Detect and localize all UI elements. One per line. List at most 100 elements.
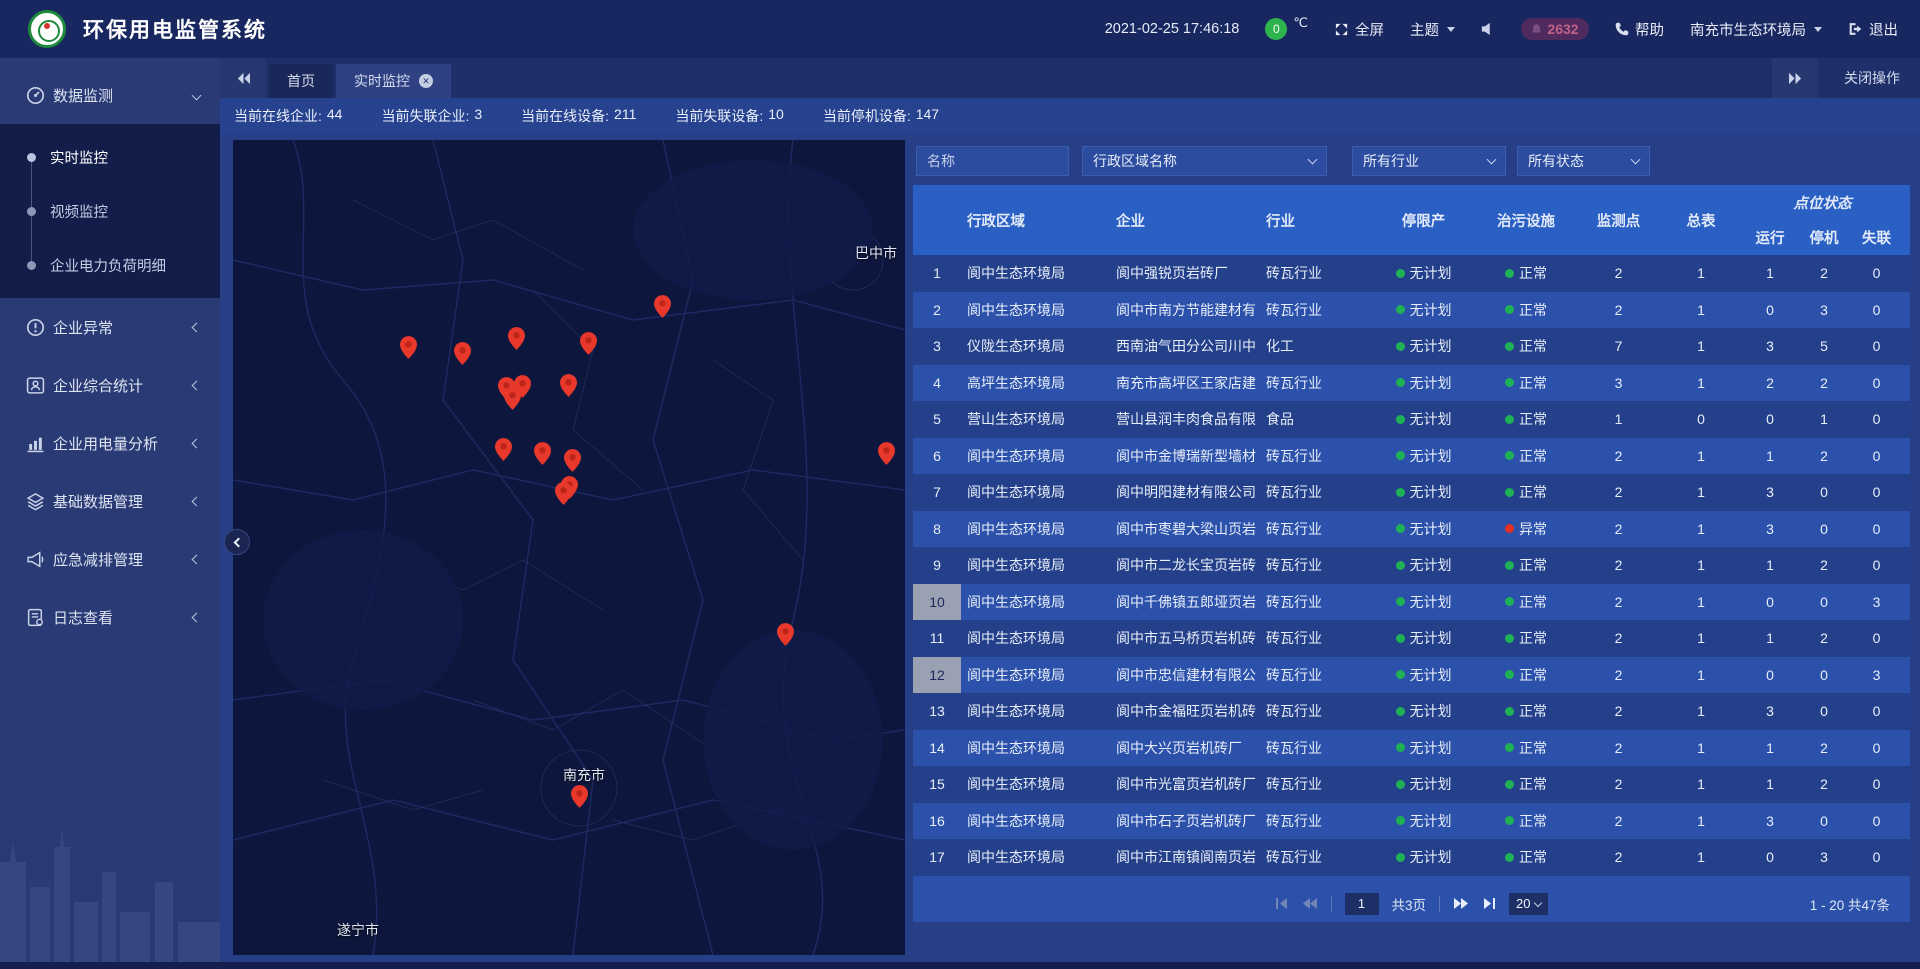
row-total-meter: 1 [1661, 657, 1741, 694]
row-industry: 化工 [1266, 328, 1371, 365]
table-row[interactable]: 11阆中生态环境局阆中市五马桥页岩机砖砖瓦行业无计划正常21120 [913, 620, 1910, 657]
last-page-button[interactable] [1482, 897, 1496, 910]
first-page-button[interactable] [1275, 897, 1289, 910]
table-row[interactable]: 14阆中生态环境局阆中大兴页岩机砖厂砖瓦行业无计划正常21120 [913, 730, 1910, 767]
table-row[interactable]: 9阆中生态环境局阆中市二龙长宝页岩砖砖瓦行业无计划正常21120 [913, 547, 1910, 584]
map-pin[interactable] [508, 327, 525, 350]
tab-home[interactable]: 首页 [269, 64, 333, 98]
row-disconnected-count: 0 [1849, 803, 1904, 840]
row-monitor-points: 2 [1576, 438, 1661, 475]
map-pin[interactable] [560, 374, 577, 397]
app-title: 环保用电监管系统 [83, 14, 267, 44]
map-pin[interactable] [571, 785, 588, 808]
sidebar-item-realtime-monitor[interactable]: 实时监控 [0, 130, 220, 184]
sidebar-group-power-analysis[interactable]: 企业用电量分析 [0, 414, 220, 472]
status-dot [1396, 561, 1405, 570]
table-row[interactable]: 7阆中生态环境局阆中明阳建材有限公司砖瓦行业无计划正常21300 [913, 474, 1910, 511]
sidebar-item-power-load-detail[interactable]: 企业电力负荷明细 [0, 238, 220, 292]
sidebar: 数据监测 实时监控 视频监控 企业电力负荷明细 企业异常 [0, 58, 220, 962]
table-row[interactable]: 16阆中生态环境局阆中市石子页岩机砖厂砖瓦行业无计划正常21300 [913, 803, 1910, 840]
user-name: 南充市生态环境局 [1690, 19, 1806, 40]
map-pin[interactable] [400, 336, 417, 359]
tabs-scroll-left-button[interactable] [220, 58, 266, 98]
sidebar-group-enterprise-abnormal[interactable]: 企业异常 [0, 298, 220, 356]
table-row[interactable]: 13阆中生态环境局阆中市金福旺页岩机砖砖瓦行业无计划正常21300 [913, 693, 1910, 730]
table-row[interactable]: 5营山生态环境局营山县润丰肉食品有限食品无计划正常10010 [913, 401, 1910, 438]
stat-offline-devices: 当前失联设备:10 [675, 106, 783, 126]
tab-realtime-monitor[interactable]: 实时监控 ✕ [336, 64, 451, 98]
tabs-scroll-right-button[interactable] [1772, 58, 1818, 98]
map-pin[interactable] [580, 332, 597, 355]
row-total-meter: 1 [1661, 693, 1741, 730]
row-industry: 砖瓦行业 [1266, 511, 1371, 548]
sidebar-group-log-view[interactable]: 日志查看 [0, 588, 220, 646]
notification-badge[interactable]: 2632 [1521, 18, 1589, 40]
sidebar-group-base-data[interactable]: 基础数据管理 [0, 472, 220, 530]
row-stopped-count: 3 [1799, 839, 1849, 876]
map-pin[interactable] [555, 482, 572, 505]
row-monitor-points: 3 [1576, 365, 1661, 402]
row-industry: 砖瓦行业 [1266, 438, 1371, 475]
stats-monitor-icon [26, 376, 45, 395]
close-operations-button[interactable]: 关闭操作 [1818, 68, 1920, 88]
map-pin[interactable] [777, 623, 794, 646]
map-pin[interactable] [495, 438, 512, 461]
map-pin[interactable] [454, 342, 471, 365]
industry-select[interactable]: 所有行业 [1352, 146, 1506, 176]
table-row[interactable]: 1阆中生态环境局阆中强锐页岩砖厂砖瓦行业无计划正常21120 [913, 255, 1910, 292]
map-pin[interactable] [564, 449, 581, 472]
table-row[interactable]: 12阆中生态环境局阆中市忠信建材有限公砖瓦行业无计划正常21003 [913, 657, 1910, 694]
stat-online-devices: 当前在线设备:211 [521, 106, 636, 126]
map-pin[interactable] [878, 442, 895, 465]
status-dot [1396, 524, 1405, 533]
row-pollution-facility: 正常 [1476, 693, 1576, 730]
row-pollution-facility: 正常 [1476, 438, 1576, 475]
sidebar-group-data-monitoring[interactable]: 数据监测 [0, 66, 220, 124]
help-button[interactable]: 帮助 [1615, 19, 1664, 40]
table-row[interactable]: 3仪陇生态环境局西南油气田分公司川中化工无计划正常71350 [913, 328, 1910, 365]
user-dropdown[interactable]: 南充市生态环境局 [1690, 19, 1822, 40]
name-search-input[interactable] [916, 146, 1069, 176]
row-stopped-count: 0 [1799, 803, 1849, 840]
previous-page-button[interactable] [1302, 897, 1318, 910]
theme-dropdown[interactable]: 主题 [1410, 19, 1455, 40]
table-row[interactable]: 18南部生态环境局南部县砖华水泥有限公建材行业无计划正常60060 [913, 876, 1910, 886]
tab-close-icon[interactable]: ✕ [419, 74, 433, 88]
table-row[interactable]: 8阆中生态环境局阆中市枣碧大梁山页岩砖瓦行业无计划异常21300 [913, 511, 1910, 548]
map-panel[interactable]: 巴中市南充市遂宁市 [233, 140, 905, 955]
map-collapse-button[interactable] [224, 529, 250, 555]
table-row[interactable]: 10阆中生态环境局阆中千佛镇五郎垭页岩砖瓦行业无计划正常21003 [913, 584, 1910, 621]
row-disconnected-count: 0 [1849, 693, 1904, 730]
table-row[interactable]: 6阆中生态环境局阆中市金博瑞新型墙材砖瓦行业无计划正常21120 [913, 438, 1910, 475]
sidebar-item-video-monitor[interactable]: 视频监控 [0, 184, 220, 238]
row-index: 7 [913, 474, 961, 511]
map-roads [233, 140, 905, 955]
table-row[interactable]: 15阆中生态环境局阆中市光富页岩机砖厂砖瓦行业无计划正常21120 [913, 766, 1910, 803]
region-select[interactable]: 行政区域名称 [1082, 146, 1327, 176]
row-disconnected-count: 0 [1849, 876, 1904, 886]
status-dot [1505, 488, 1514, 497]
map-pin[interactable] [504, 387, 521, 410]
column-group-point-status: 点位状态 运行 停机 失联 [1741, 185, 1904, 255]
row-monitor-points: 2 [1576, 584, 1661, 621]
next-page-button[interactable] [1453, 897, 1469, 910]
map-pin[interactable] [654, 295, 671, 318]
sound-mute-button[interactable] [1481, 22, 1495, 36]
chevron-left-icon [234, 537, 244, 547]
sidebar-group-emergency-reduction[interactable]: 应急减排管理 [0, 530, 220, 588]
table-row[interactable]: 17阆中生态环境局阆中市江南镇阆南页岩砖瓦行业无计划正常21030 [913, 839, 1910, 876]
page-size-select[interactable]: 20 [1509, 893, 1548, 915]
fullscreen-button[interactable]: 全屏 [1334, 19, 1384, 40]
row-company: 阆中市南方节能建材有 [1116, 292, 1266, 329]
page-number-input[interactable]: 1 [1345, 893, 1379, 915]
table-row[interactable]: 4高坪生态环境局南充市高坪区王家店建砖瓦行业无计划正常31220 [913, 365, 1910, 402]
status-dot [1505, 780, 1514, 789]
status-dot [1396, 269, 1405, 278]
table-row[interactable]: 2阆中生态环境局阆中市南方节能建材有砖瓦行业无计划正常21030 [913, 292, 1910, 329]
sidebar-group-enterprise-statistics[interactable]: 企业综合统计 [0, 356, 220, 414]
map-pin[interactable] [534, 442, 551, 465]
status-select[interactable]: 所有状态 [1517, 146, 1650, 176]
logout-button[interactable]: 退出 [1848, 19, 1898, 40]
temperature-badge: 0 [1265, 18, 1287, 40]
row-running-count: 3 [1741, 511, 1799, 548]
